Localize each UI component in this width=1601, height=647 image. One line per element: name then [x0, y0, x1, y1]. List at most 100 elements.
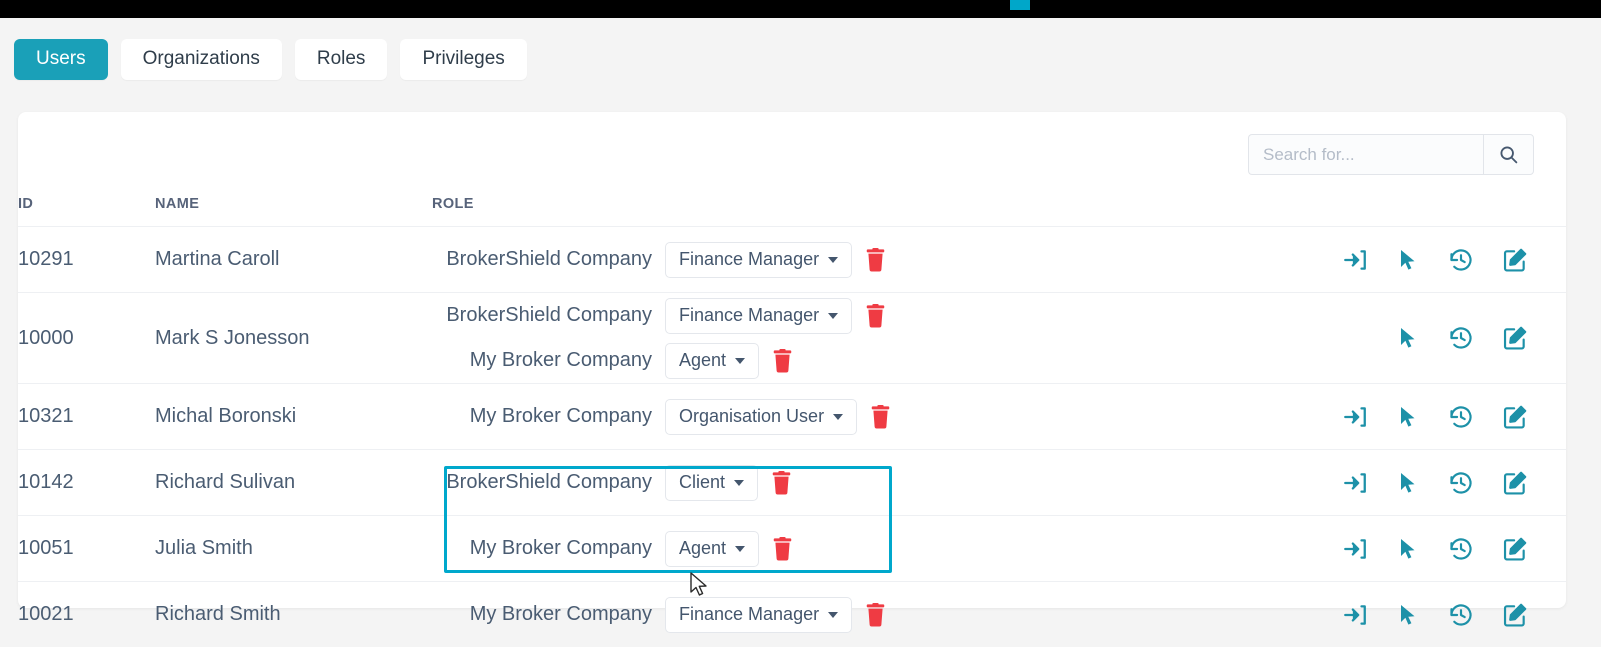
login-icon[interactable] [1342, 470, 1368, 496]
delete-role-button[interactable] [771, 471, 792, 495]
role-dropdown-label: Finance Manager [679, 604, 819, 625]
edit-icon[interactable] [1502, 247, 1528, 273]
delete-role-button[interactable] [865, 248, 886, 272]
history-icon[interactable] [1448, 536, 1474, 562]
organization-name: My Broker Company [432, 405, 652, 428]
impersonate-icon[interactable] [1396, 603, 1420, 627]
chevron-down-icon [734, 480, 744, 486]
cell-roles: BrokerShield Company Finance Manager My B… [432, 293, 1341, 384]
cell-roles: BrokerShield Company Finance Manager [432, 227, 1341, 293]
tab-users[interactable]: Users [14, 39, 108, 80]
history-icon[interactable] [1448, 325, 1474, 351]
cell-user-id: 10000 [18, 293, 155, 384]
role-dropdown-label: Agent [679, 350, 726, 371]
delete-role-button[interactable] [772, 349, 793, 373]
role-dropdown[interactable]: Finance Manager [665, 597, 852, 633]
impersonate-icon[interactable] [1396, 537, 1420, 561]
users-card: ID NAME ROLE 10291Martina CarollBrokerSh… [18, 112, 1566, 608]
chevron-down-icon [828, 257, 838, 263]
cell-user-id: 10291 [18, 227, 155, 293]
role-dropdown-label: Finance Manager [679, 305, 819, 326]
table-row: 10142Richard SulivanBrokerShield Company… [18, 450, 1566, 516]
chevron-down-icon [833, 414, 843, 420]
topbar-accent-marker [1010, 0, 1030, 10]
history-icon[interactable] [1448, 602, 1474, 628]
login-icon[interactable] [1342, 536, 1368, 562]
role-dropdown[interactable]: Finance Manager [665, 242, 852, 278]
column-header-id: ID [18, 196, 155, 227]
role-assignment: BrokerShield Company Finance Manager [432, 293, 1341, 338]
organization-name: BrokerShield Company [432, 304, 652, 327]
organization-name: My Broker Company [432, 349, 652, 372]
tab-organizations[interactable]: Organizations [121, 39, 282, 80]
edit-icon[interactable] [1502, 470, 1528, 496]
cell-roles: My Broker Company Organisation User [432, 384, 1341, 450]
edit-icon[interactable] [1502, 325, 1528, 351]
edit-icon[interactable] [1502, 404, 1528, 430]
cell-user-name: Richard Smith [155, 582, 432, 647]
role-dropdown[interactable]: Organisation User [665, 399, 857, 435]
cell-roles: My Broker Company Finance Manager [432, 582, 1341, 647]
role-assignment: My Broker Company Agent [432, 516, 1341, 581]
cell-roles: My Broker Company Agent [432, 516, 1341, 582]
login-icon[interactable] [1342, 602, 1368, 628]
delete-role-button[interactable] [772, 537, 793, 561]
tab-privileges[interactable]: Privileges [400, 39, 526, 80]
delete-role-button[interactable] [870, 405, 891, 429]
login-icon[interactable] [1342, 247, 1368, 273]
search-icon [1498, 144, 1519, 165]
organization-name: My Broker Company [432, 537, 652, 560]
role-dropdown[interactable]: Agent [665, 343, 759, 379]
table-row: 10021Richard SmithMy Broker Company Finan… [18, 582, 1566, 647]
edit-icon[interactable] [1502, 536, 1528, 562]
impersonate-icon[interactable] [1396, 471, 1420, 495]
search-input[interactable] [1248, 134, 1483, 175]
table-row: 10000Mark S JonessonBrokerShield Company… [18, 293, 1566, 384]
role-dropdown-label: Agent [679, 538, 726, 559]
delete-role-button[interactable] [865, 304, 886, 328]
search-area [1248, 134, 1534, 175]
role-assignment: My Broker Company Finance Manager [432, 582, 1341, 647]
cell-actions [1341, 227, 1566, 293]
role-dropdown[interactable]: Client [665, 465, 758, 501]
history-icon[interactable] [1448, 247, 1474, 273]
tab-label: Users [36, 48, 86, 70]
delete-role-button[interactable] [865, 603, 886, 627]
chevron-down-icon [735, 358, 745, 364]
cell-actions [1341, 293, 1566, 384]
history-icon[interactable] [1448, 470, 1474, 496]
search-button[interactable] [1483, 134, 1534, 175]
role-assignment: BrokerShield Company Client [432, 450, 1341, 515]
cell-user-id: 10321 [18, 384, 155, 450]
role-assignment: BrokerShield Company Finance Manager [432, 227, 1341, 292]
role-dropdown[interactable]: Finance Manager [665, 298, 852, 334]
impersonate-icon[interactable] [1396, 405, 1420, 429]
users-table: ID NAME ROLE 10291Martina CarollBrokerSh… [18, 196, 1566, 647]
cell-user-id: 10021 [18, 582, 155, 647]
edit-icon[interactable] [1502, 602, 1528, 628]
tab-roles[interactable]: Roles [295, 39, 388, 80]
cell-user-name: Mark S Jonesson [155, 293, 432, 384]
login-icon[interactable] [1342, 404, 1368, 430]
cell-actions [1341, 450, 1566, 516]
chevron-down-icon [828, 612, 838, 618]
cell-actions [1341, 582, 1566, 647]
organization-name: My Broker Company [432, 603, 652, 626]
cell-actions [1341, 516, 1566, 582]
role-dropdown[interactable]: Agent [665, 531, 759, 567]
organization-name: BrokerShield Company [432, 248, 652, 271]
history-icon[interactable] [1448, 404, 1474, 430]
tab-label: Privileges [422, 48, 504, 70]
cell-user-name: Martina Caroll [155, 227, 432, 293]
role-assignment: My Broker Company Organisation User [432, 384, 1341, 449]
role-dropdown-label: Client [679, 472, 725, 493]
organization-name: BrokerShield Company [432, 471, 652, 494]
table-row: 10321Michal BoronskiMy Broker CompanyOrg… [18, 384, 1566, 450]
cell-user-name: Richard Sulivan [155, 450, 432, 516]
impersonate-icon[interactable] [1396, 248, 1420, 272]
tab-bar: Users Organizations Roles Privileges [0, 18, 1601, 84]
tab-label: Organizations [143, 48, 260, 70]
table-row: 10291Martina CarollBrokerShield Company F… [18, 227, 1566, 293]
cell-user-name: Julia Smith [155, 516, 432, 582]
impersonate-icon[interactable] [1396, 326, 1420, 350]
